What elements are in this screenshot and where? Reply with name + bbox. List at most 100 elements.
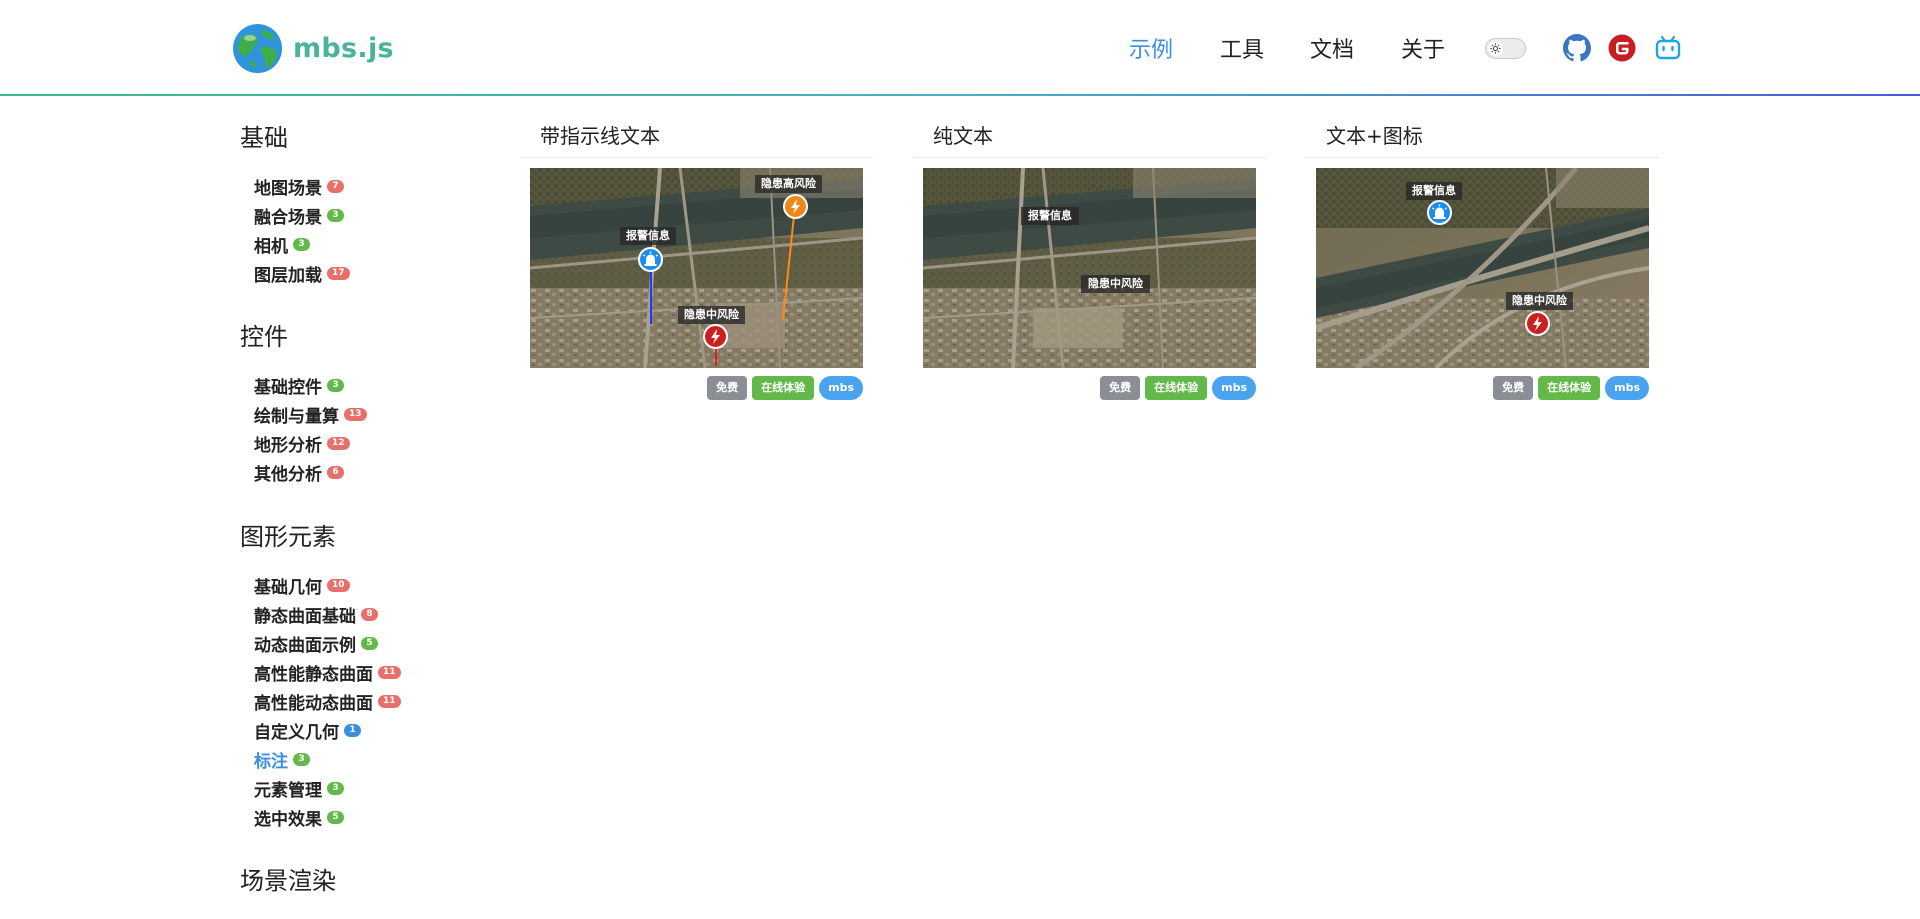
count-badge: 11 — [378, 695, 401, 708]
count-badge: 3 — [293, 238, 310, 251]
sidebar: 基础 地图场景 7 融合场景 3 相机 3 图层加载 17 控件 基础控件 3 … — [240, 96, 500, 919]
sidebar-item-custom-geometry[interactable]: 自定义几何 1 — [254, 718, 361, 743]
tag-mbs[interactable]: mbs — [819, 376, 863, 400]
section-title-basics: 基础 — [240, 124, 288, 152]
map-label-medium-risk: 隐患中风险 — [1506, 292, 1573, 310]
section-title-scene-rendering: 场景渲染 — [240, 867, 336, 895]
nav-examples[interactable]: 示例 — [1129, 32, 1173, 64]
card-tags: 免费 在线体验 mbs — [1100, 376, 1256, 400]
tag-mbs[interactable]: mbs — [1605, 376, 1649, 400]
sidebar-item-other-analysis[interactable]: 其他分析 6 — [254, 460, 344, 485]
card-tags: 免费 在线体验 mbs — [1493, 376, 1649, 400]
sidebar-item-basic-geometry[interactable]: 基础几何 10 — [254, 573, 350, 598]
sidebar-item-label: 地形分析 — [254, 436, 322, 456]
map-label-medium-risk: 隐患中风险 — [1081, 275, 1150, 293]
section-title-controls: 控件 — [240, 323, 288, 351]
tag-free[interactable]: 免费 — [1100, 376, 1141, 400]
sidebar-item-selection-effect[interactable]: 选中效果 5 — [254, 805, 344, 830]
sidebar-item-label: 静态曲面基础 — [254, 607, 356, 627]
sidebar-item-label: 动态曲面示例 — [254, 636, 356, 656]
example-card-text-icon[interactable]: 文本+图标 报警信息 隐患中风险 免费 在线体验 mbs — [1306, 118, 1659, 410]
sidebar-item-label: 自定义几何 — [254, 723, 339, 743]
sidebar-item-label: 高性能静态曲面 — [254, 665, 373, 685]
map-label-alarm: 报警信息 — [1021, 207, 1079, 225]
lightning-icon — [703, 324, 728, 349]
lightning-icon — [1525, 311, 1550, 336]
sidebar-item-layer-loading[interactable]: 图层加载 17 — [254, 261, 350, 286]
github-icon[interactable] — [1563, 34, 1591, 62]
sidebar-item-label: 绘制与量算 — [254, 407, 339, 427]
count-badge: 10 — [327, 579, 350, 592]
count-badge: 12 — [327, 437, 350, 450]
count-badge: 6 — [327, 466, 344, 479]
sidebar-item-label: 元素管理 — [254, 781, 322, 801]
nav-docs[interactable]: 文档 — [1310, 32, 1354, 64]
sidebar-item-element-management[interactable]: 元素管理 3 — [254, 776, 344, 801]
section-title-graphics: 图形元素 — [240, 523, 336, 551]
sidebar-item-label: 标注 — [254, 752, 288, 772]
card-thumbnail[interactable]: 报警信息 隐患中风险 — [1316, 168, 1649, 368]
sidebar-item-static-surface[interactable]: 静态曲面基础 8 — [254, 602, 378, 627]
count-badge: 8 — [361, 608, 378, 621]
nav-tools[interactable]: 工具 — [1220, 32, 1264, 64]
sidebar-item-label: 选中效果 — [254, 810, 322, 830]
alarm-icon — [638, 247, 663, 272]
sidebar-item-label: 相机 — [254, 237, 288, 257]
count-badge: 17 — [327, 267, 350, 280]
sidebar-item-terrain-analysis[interactable]: 地形分析 12 — [254, 431, 350, 456]
sidebar-item-label: 融合场景 — [254, 208, 322, 228]
sidebar-item-label: 其他分析 — [254, 465, 322, 485]
sidebar-item-hp-dynamic-surface[interactable]: 高性能动态曲面 11 — [254, 689, 401, 714]
alarm-icon — [1427, 200, 1452, 225]
count-badge: 11 — [378, 666, 401, 679]
sidebar-item-annotation[interactable]: 标注 3 — [254, 747, 310, 772]
card-title: 文本+图标 — [1306, 118, 1659, 158]
sidebar-item-hp-static-surface[interactable]: 高性能静态曲面 11 — [254, 660, 401, 685]
bilibili-icon[interactable] — [1654, 34, 1682, 62]
card-thumbnail[interactable]: 报警信息 隐患高风险 隐患中风险 — [530, 168, 863, 368]
sidebar-item-dynamic-surface[interactable]: 动态曲面示例 5 — [254, 631, 378, 656]
map-label-high-risk: 隐患高风险 — [755, 175, 822, 193]
sun-icon — [1488, 41, 1503, 56]
count-badge: 3 — [327, 379, 344, 392]
nav-about[interactable]: 关于 — [1401, 32, 1445, 64]
sidebar-item-label: 图层加载 — [254, 266, 322, 286]
theme-toggle[interactable] — [1485, 38, 1526, 59]
tag-online-demo[interactable]: 在线体验 — [1538, 376, 1601, 400]
site-logo[interactable]: mbs.js — [233, 23, 394, 73]
card-tags: 免费 在线体验 mbs — [707, 376, 863, 400]
sidebar-item-label: 基础控件 — [254, 378, 322, 398]
sidebar-item-draw-measure[interactable]: 绘制与量算 13 — [254, 402, 367, 427]
gitee-icon[interactable] — [1608, 34, 1636, 62]
tag-free[interactable]: 免费 — [707, 376, 748, 400]
count-badge: 7 — [327, 180, 344, 193]
count-badge: 13 — [344, 408, 367, 421]
sidebar-item-label: 基础几何 — [254, 578, 322, 598]
count-badge: 3 — [293, 753, 310, 766]
tag-mbs[interactable]: mbs — [1212, 376, 1256, 400]
tag-online-demo[interactable]: 在线体验 — [752, 376, 815, 400]
tag-free[interactable]: 免费 — [1493, 376, 1534, 400]
top-header: mbs.js 示例 工具 文档 关于 — [0, 0, 1920, 96]
card-title: 纯文本 — [913, 118, 1266, 158]
count-badge: 1 — [344, 724, 361, 737]
globe-logo-icon — [233, 23, 282, 73]
count-badge: 3 — [327, 782, 344, 795]
count-badge: 5 — [327, 811, 344, 824]
app-name: mbs.js — [293, 32, 394, 64]
card-title: 带指示线文本 — [520, 118, 873, 158]
sidebar-item-label: 高性能动态曲面 — [254, 694, 373, 714]
lightning-icon — [783, 194, 808, 219]
map-label-alarm: 报警信息 — [620, 227, 676, 245]
example-card-leader-text[interactable]: 带指示线文本 报警信息 隐患高风险 隐患中风险 免费 在线体验 mbs — [520, 118, 873, 410]
count-badge: 5 — [361, 637, 378, 650]
card-thumbnail[interactable]: 报警信息 隐患中风险 — [923, 168, 1256, 368]
sidebar-item-camera[interactable]: 相机 3 — [254, 232, 310, 257]
tag-online-demo[interactable]: 在线体验 — [1145, 376, 1208, 400]
sidebar-item-basic-controls[interactable]: 基础控件 3 — [254, 373, 344, 398]
example-card-plain-text[interactable]: 纯文本 报警信息 隐患中风险 免费 在线体验 mbs — [913, 118, 1266, 410]
map-label-medium-risk: 隐患中风险 — [678, 306, 745, 324]
sidebar-item-map-scene[interactable]: 地图场景 7 — [254, 174, 344, 199]
sidebar-item-fusion-scene[interactable]: 融合场景 3 — [254, 203, 344, 228]
map-label-alarm: 报警信息 — [1406, 182, 1462, 200]
